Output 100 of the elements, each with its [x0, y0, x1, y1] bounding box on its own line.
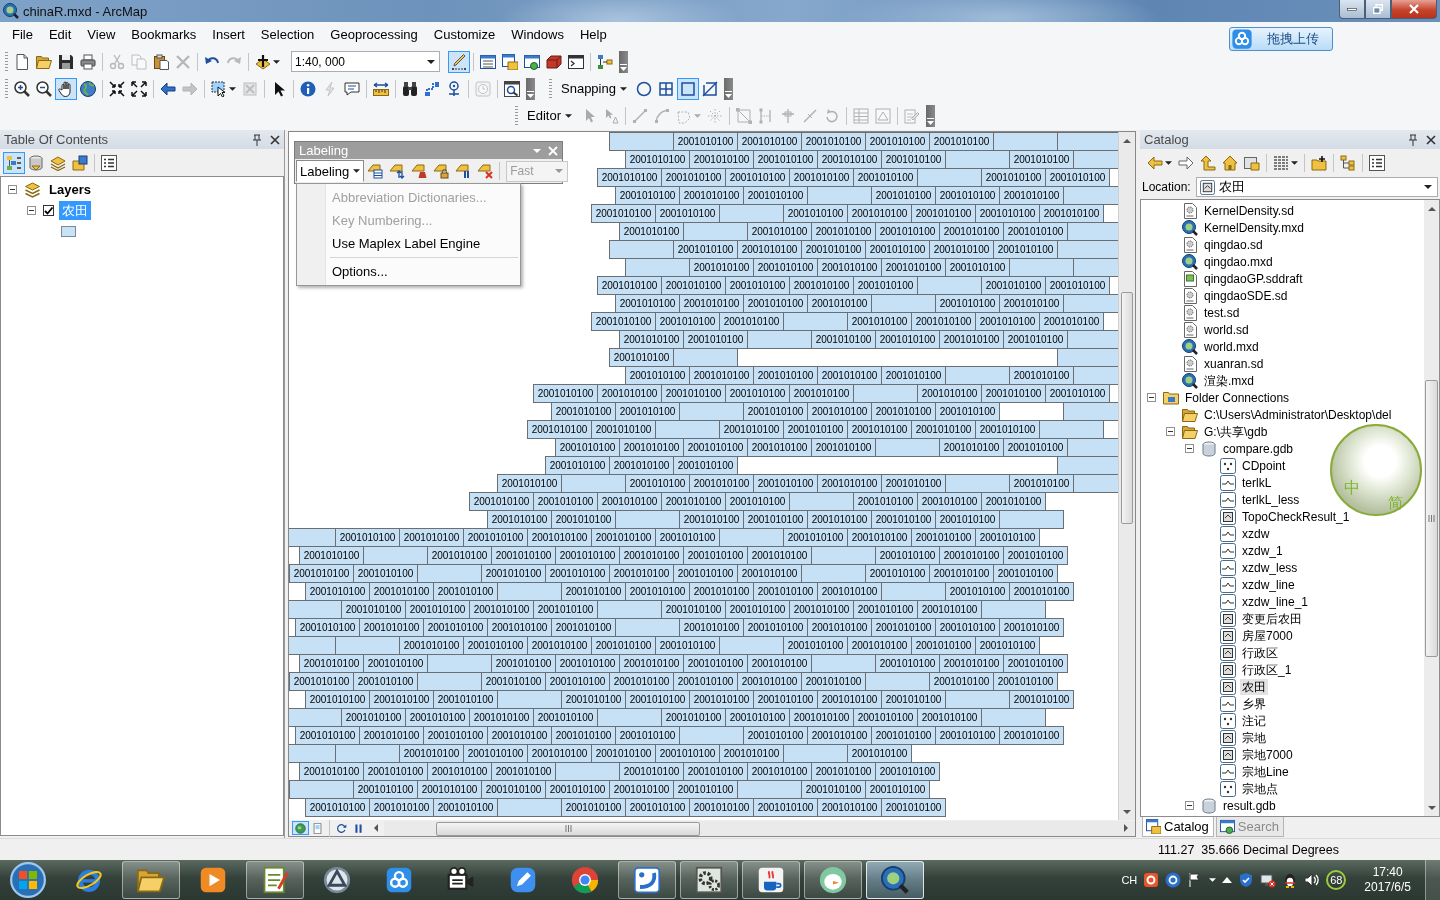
- taskbar-button[interactable]: [804, 861, 862, 899]
- catalog-item[interactable]: result.gdb: [1221, 797, 1278, 814]
- pin-icon[interactable]: [1408, 133, 1418, 146]
- collapse-icon[interactable]: [1185, 801, 1194, 810]
- catalog-item[interactable]: terlkL_less: [1240, 491, 1302, 508]
- restore-button[interactable]: [1365, 0, 1391, 19]
- taskbar-button[interactable]: [246, 861, 304, 899]
- catalog-item[interactable]: 农田: [1240, 678, 1268, 695]
- catalog-item[interactable]: xzdw_less: [1240, 559, 1300, 576]
- input-language-indicator[interactable]: CH: [1121, 874, 1138, 886]
- catalog-item[interactable]: xuanran.sd: [1202, 355, 1266, 372]
- menu-item[interactable]: Bookmarks: [123, 25, 205, 45]
- catalog-item[interactable]: 宗地7000: [1240, 746, 1295, 763]
- scrollbar-thumb[interactable]: [1425, 380, 1438, 657]
- up-caret-icon[interactable]: [1222, 877, 1233, 883]
- vertical-scrollbar[interactable]: [1424, 200, 1439, 816]
- catalog-item[interactable]: qingdao.sd: [1202, 236, 1265, 253]
- taskbar-button[interactable]: [742, 861, 800, 899]
- taskbar-button[interactable]: [618, 861, 676, 899]
- catalog-item[interactable]: KernelDensity.sd: [1202, 202, 1296, 219]
- toolbar-overflow-button[interactable]: [526, 77, 535, 100]
- left-triangle-icon[interactable]: [372, 824, 379, 832]
- catalog-item[interactable]: xzdw_line_1: [1240, 593, 1311, 610]
- location-field[interactable]: 农田: [1195, 177, 1438, 197]
- menu-item[interactable]: Use Maplex Label Engine: [297, 232, 520, 255]
- ring-tile-icon[interactable]: [1143, 872, 1160, 888]
- catalog-item[interactable]: 宗地Line: [1240, 763, 1291, 780]
- ring-disc-icon[interactable]: [1165, 872, 1182, 888]
- catalog-item[interactable]: test.sd: [1202, 304, 1242, 321]
- sketch-pencil-button[interactable]: [448, 50, 470, 73]
- hand-button[interactable]: [55, 77, 77, 100]
- scrollbar-thumb[interactable]: [1121, 292, 1133, 524]
- collapse-icon[interactable]: [7, 185, 17, 194]
- symbol-swatch-icon[interactable]: [61, 226, 76, 237]
- catalog-item[interactable]: 渲染.mxd: [1202, 372, 1256, 389]
- toolbar-grip[interactable]: [515, 105, 518, 126]
- dropdown-arrow-icon[interactable]: [1209, 878, 1217, 882]
- catalog-item[interactable]: 行政区: [1240, 644, 1280, 661]
- scrollbar-thumb[interactable]: [436, 821, 700, 836]
- taskbar-button[interactable]: [866, 861, 924, 899]
- catalog-item[interactable]: 变更后农田: [1240, 610, 1304, 627]
- catalog-item[interactable]: G:\共享\gdb: [1202, 423, 1270, 440]
- speaker-icon[interactable]: [1304, 872, 1321, 888]
- clock[interactable]: 17:40 2017/6/5: [1364, 865, 1411, 895]
- counter-badge[interactable]: 68: [1326, 870, 1347, 890]
- horizontal-scrollbar[interactable]: [384, 820, 1135, 836]
- catalog-item[interactable]: Folder Connections: [1183, 389, 1292, 406]
- taskbar-button[interactable]: [680, 861, 738, 899]
- close-icon[interactable]: [270, 134, 280, 145]
- toolbar-grip[interactable]: [549, 78, 552, 99]
- close-button[interactable]: [1391, 0, 1437, 19]
- square-button[interactable]: [676, 77, 699, 100]
- toolbar-grip[interactable]: [5, 51, 8, 72]
- catalog-item[interactable]: 宗地: [1240, 729, 1268, 746]
- minimize-button[interactable]: [1339, 0, 1365, 19]
- drawing-order-button[interactable]: [3, 151, 25, 174]
- catalog-item[interactable]: 宗地点: [1240, 780, 1280, 797]
- catalog-item[interactable]: compare.gdb: [1221, 440, 1296, 457]
- editor-menu[interactable]: Editor: [521, 104, 578, 127]
- catalog-item[interactable]: 房屋7000: [1240, 627, 1295, 644]
- down-triangle-icon[interactable]: [1427, 804, 1436, 811]
- upload-button[interactable]: 拖拽上传: [1229, 27, 1333, 51]
- vertical-scrollbar[interactable]: [1118, 132, 1135, 820]
- panel-tab[interactable]: Catalog: [1142, 817, 1214, 837]
- catalog-item[interactable]: xzdw_line: [1240, 576, 1297, 593]
- menu-item[interactable]: View: [79, 25, 124, 45]
- catalog-item[interactable]: qingdaoGP.sddraft: [1202, 270, 1305, 287]
- catalog-item[interactable]: qingdao.mxd: [1202, 253, 1275, 270]
- catalog-item[interactable]: CDpoint: [1240, 457, 1288, 474]
- catalog-item[interactable]: 行政区_1: [1240, 661, 1294, 678]
- menu-item[interactable]: Customize: [425, 25, 504, 45]
- menu-item[interactable]: Selection: [252, 25, 323, 45]
- network-error-icon[interactable]: [1260, 872, 1277, 888]
- snapping-menu[interactable]: Snapping: [555, 77, 633, 100]
- menu-item[interactable]: Help: [571, 25, 615, 45]
- shield-icon[interactable]: [1238, 872, 1255, 888]
- menu-item[interactable]: Windows: [503, 25, 572, 45]
- toolbar-overflow-button[interactable]: [723, 77, 733, 100]
- menu-item[interactable]: File: [4, 25, 41, 45]
- labeling-menu-button[interactable]: Labeling: [296, 160, 365, 182]
- catalog-item[interactable]: 乡界: [1240, 695, 1268, 712]
- toolbar-overflow-button[interactable]: [925, 104, 935, 127]
- catalog-item[interactable]: world.mxd: [1202, 338, 1261, 355]
- collapse-icon[interactable]: [1166, 427, 1175, 436]
- catalog-item[interactable]: C:\Users\Administrator\Desktop\del: [1202, 406, 1394, 423]
- menu-item[interactable]: Edit: [40, 25, 80, 45]
- toolbar-grip[interactable]: [5, 78, 8, 99]
- catalog-item[interactable]: KernelDensity.mxd: [1202, 219, 1306, 236]
- close-icon[interactable]: [1426, 134, 1436, 145]
- catalog-item[interactable]: terlkL: [1240, 474, 1274, 491]
- taskbar-button[interactable]: [122, 861, 180, 899]
- toolbar-overflow-button[interactable]: [619, 50, 628, 73]
- catalog-item[interactable]: 注记: [1240, 712, 1268, 729]
- scale-dropdown[interactable]: 1:40, 000: [291, 51, 440, 72]
- up-triangle-icon[interactable]: [1427, 205, 1436, 212]
- map-view[interactable]: [289, 132, 1118, 820]
- catalog-item[interactable]: world.sd: [1202, 321, 1251, 338]
- collapse-icon[interactable]: [26, 206, 36, 215]
- data-frame-label[interactable]: Layers: [46, 180, 94, 199]
- menu-item[interactable]: Insert: [204, 25, 253, 45]
